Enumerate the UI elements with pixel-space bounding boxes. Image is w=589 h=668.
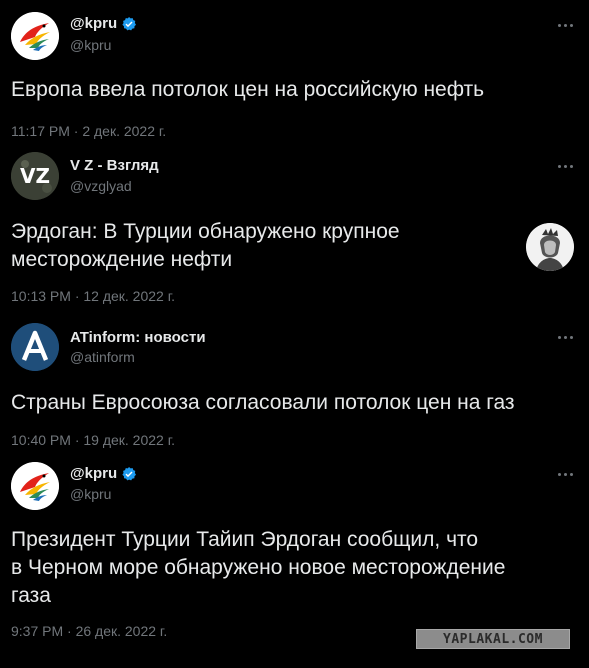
kpru-bird-logo-icon — [11, 12, 59, 60]
atinform-a-logo-icon — [11, 323, 59, 371]
tweet-text: Эрдоган: В Турции обнаружено крупное мес… — [11, 220, 400, 271]
kpru-bird-logo-icon — [11, 462, 59, 510]
author-name-line[interactable]: @kpru — [70, 465, 137, 482]
vzglyad-avatar[interactable]: VZ — [11, 152, 59, 200]
author-name-line[interactable]: V Z - Взгляд — [70, 157, 159, 174]
more-options-icon[interactable] — [555, 468, 575, 480]
tweet-timestamp[interactable]: 10:40 PM · 19 дек. 2022 г. — [11, 432, 175, 448]
author-handle[interactable]: @vzglyad — [70, 178, 132, 194]
atinform-avatar[interactable] — [11, 323, 59, 371]
watermark: YAPLAKAL.COM — [416, 629, 570, 649]
author-name[interactable]: @kpru — [70, 15, 117, 32]
verified-badge-icon — [122, 16, 137, 30]
kpru-avatar[interactable] — [11, 12, 59, 60]
article-thumbnail[interactable] — [526, 223, 574, 271]
svg-text:VZ: VZ — [20, 164, 50, 188]
tweet-2[interactable]: VZ V Z - Взгляд @vzglyad Эрдоган: В Турц… — [0, 145, 589, 310]
more-options-icon[interactable] — [555, 331, 575, 343]
author-handle[interactable]: @atinform — [70, 349, 135, 365]
kpru-avatar[interactable] — [11, 462, 59, 510]
author-name-line[interactable]: @kpru — [70, 15, 137, 32]
author-name-line[interactable]: ATinform: новости — [70, 329, 206, 346]
engraved-portrait-icon — [526, 223, 574, 271]
tweet-text: Европа ввела потолок цен на российскую н… — [11, 78, 485, 101]
author-handle[interactable]: @kpru — [70, 486, 111, 502]
tweet-timestamp[interactable]: 9:37 PM · 26 дек. 2022 г. — [11, 623, 167, 639]
tweet-text: Президент Турции Тайип Эрдоган сообщил, … — [11, 528, 506, 607]
author-handle[interactable]: @kpru — [70, 37, 111, 53]
tweet-3[interactable]: ATinform: новости @atinform Страны Еврос… — [0, 310, 589, 460]
more-options-icon[interactable] — [555, 160, 575, 172]
tweet-1[interactable]: @kpru @kpru Европа ввела потолок цен на … — [0, 0, 589, 145]
author-name[interactable]: V Z - Взгляд — [70, 157, 159, 174]
author-name[interactable]: @kpru — [70, 465, 117, 482]
tweet-timestamp[interactable]: 11:17 PM · 2 дек. 2022 г. — [11, 123, 166, 139]
verified-badge-icon — [122, 466, 137, 480]
author-name[interactable]: ATinform: новости — [70, 329, 206, 346]
tweet-text: Страны Евросоюза согласовали потолок цен… — [11, 391, 515, 414]
vz-logo-icon: VZ — [11, 152, 59, 200]
more-options-icon[interactable] — [555, 19, 575, 31]
tweet-timestamp[interactable]: 10:13 PM · 12 дек. 2022 г. — [11, 288, 175, 304]
